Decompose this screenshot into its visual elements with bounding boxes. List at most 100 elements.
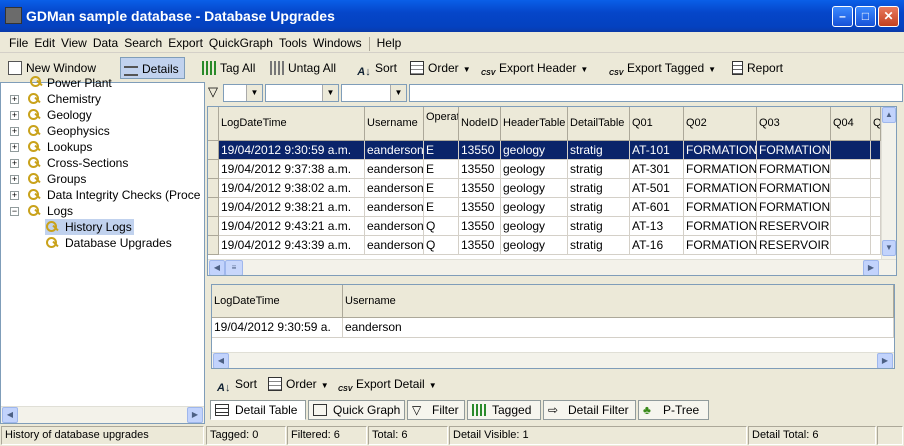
detail-column-header[interactable]: LogDateTime [212, 285, 343, 318]
tree-item-logs[interactable]: − Logs [1, 203, 73, 219]
grid-cell[interactable] [871, 160, 881, 179]
grid-cell[interactable]: 13550 [459, 160, 501, 179]
tree-item-geophysics[interactable]: + Geophysics [1, 123, 110, 139]
grid-cell[interactable] [831, 236, 871, 255]
detail-order-button[interactable]: Order ▼ [264, 373, 329, 395]
row-indicator[interactable] [208, 160, 219, 179]
grid-cell[interactable] [831, 217, 871, 236]
grid-cell[interactable]: FORMATION [684, 160, 757, 179]
filter-combo-2[interactable]: ▼ [265, 84, 339, 102]
tab-tagged[interactable]: Tagged [467, 400, 541, 420]
export-header-button[interactable]: CSV Export Header ▼ [477, 57, 588, 79]
column-header[interactable]: DetailTable [568, 107, 630, 141]
close-button[interactable]: ✕ [878, 6, 899, 27]
grid-cell[interactable]: stratig [568, 217, 630, 236]
scroll-right-icon[interactable]: ▶ [187, 407, 203, 423]
tab-filter[interactable]: ▽ Filter [407, 400, 465, 420]
grid-cell[interactable]: 19/04/2012 9:30:59 a.m. [219, 141, 365, 160]
grid-cell[interactable]: FORMATION [757, 141, 831, 160]
untag-all-button[interactable]: Untag All [266, 57, 336, 79]
grid-cell[interactable]: AT-301 [630, 160, 684, 179]
grid-cell[interactable]: 13550 [459, 179, 501, 198]
grid-cell[interactable]: AT-601 [630, 198, 684, 217]
column-header[interactable]: Q [871, 107, 881, 141]
tree-item-data-integrity-checks[interactable]: + Data Integrity Checks (Proce [1, 187, 200, 203]
maximize-button[interactable]: □ [855, 6, 876, 27]
row-indicator[interactable] [208, 198, 219, 217]
collapse-icon[interactable]: − [10, 207, 19, 216]
order-dropdown-icon[interactable]: ▼ [463, 65, 471, 74]
grid-cell[interactable]: stratig [568, 141, 630, 160]
grid-cell[interactable]: geology [501, 160, 568, 179]
grid-cell[interactable]: E [424, 160, 459, 179]
header-grid-vscrollbar[interactable]: ▲ ▼ [881, 107, 896, 259]
filter-combo-1[interactable]: ▼ [223, 84, 263, 102]
export-tagged-button[interactable]: CSV Export Tagged ▼ [605, 57, 716, 79]
grid-cell[interactable]: 13550 [459, 236, 501, 255]
grid-cell[interactable]: 19/04/2012 9:43:21 a.m. [219, 217, 365, 236]
menu-data[interactable]: Data [90, 32, 121, 50]
details-button[interactable]: Details [120, 57, 185, 79]
menu-tools[interactable]: Tools [276, 32, 310, 50]
grid-cell[interactable] [831, 141, 871, 160]
menu-search[interactable]: Search [121, 32, 165, 50]
detail-sort-button[interactable]: A↓ Sort [213, 373, 257, 395]
detail-cell[interactable]: 19/04/2012 9:30:59 a. [212, 318, 343, 338]
column-header[interactable]: NodeID [459, 107, 501, 141]
scroll-down-icon[interactable]: ▼ [882, 240, 896, 256]
grid-cell[interactable] [831, 198, 871, 217]
scroll-right-icon[interactable]: ▶ [863, 260, 879, 275]
grid-cell[interactable]: geology [501, 179, 568, 198]
tree-item-history-logs[interactable]: History Logs [45, 219, 134, 235]
scroll-left-icon[interactable]: ◀ [213, 353, 229, 368]
grid-cell[interactable] [871, 217, 881, 236]
detail-grid-hscrollbar[interactable]: ◀ ▶ [212, 352, 894, 368]
column-header[interactable]: Username [365, 107, 424, 141]
detail-column-header[interactable]: Username [343, 285, 894, 318]
order-button[interactable]: Order ▼ [406, 57, 471, 79]
row-indicator[interactable] [208, 179, 219, 198]
expand-icon[interactable]: + [10, 143, 19, 152]
grid-cell[interactable] [871, 141, 881, 160]
grid-cell[interactable]: eanderson [365, 179, 424, 198]
column-header[interactable]: Q02 [684, 107, 757, 141]
grid-cell[interactable] [831, 160, 871, 179]
filter-text-input[interactable] [409, 84, 903, 102]
column-header[interactable]: Operation [424, 107, 459, 141]
grid-cell[interactable]: stratig [568, 160, 630, 179]
grid-cell[interactable]: FORMATION [684, 217, 757, 236]
row-indicator[interactable] [208, 217, 219, 236]
grid-cell[interactable]: stratig [568, 179, 630, 198]
expand-icon[interactable]: + [10, 159, 19, 168]
grid-cell[interactable]: FORMATION [757, 179, 831, 198]
chevron-down-icon[interactable]: ▼ [322, 85, 338, 101]
detail-order-dropdown-icon[interactable]: ▼ [321, 381, 329, 390]
menu-view[interactable]: View [58, 32, 90, 50]
grid-cell[interactable]: eanderson [365, 198, 424, 217]
tree-item-power-plant[interactable]: Power Plant [29, 75, 112, 91]
export-detail-button[interactable]: CSV Export Detail ▼ [334, 373, 437, 395]
sort-button[interactable]: A↓ Sort [353, 57, 397, 79]
grid-cell[interactable]: FORMATION [684, 141, 757, 160]
grid-cell[interactable]: eanderson [365, 160, 424, 179]
tree-item-geology[interactable]: + Geology [1, 107, 92, 123]
scroll-left-icon[interactable]: ◀ [209, 260, 225, 275]
grid-cell[interactable]: Q [424, 217, 459, 236]
grid-cell[interactable]: AT-13 [630, 217, 684, 236]
column-header[interactable]: LogDateTime [219, 107, 365, 141]
scroll-right-icon[interactable]: ▶ [877, 353, 893, 368]
menu-file[interactable]: File [6, 32, 31, 50]
grid-cell[interactable]: FORMATION [684, 198, 757, 217]
grid-cell[interactable]: AT-501 [630, 179, 684, 198]
grid-cell[interactable]: RESERVOIR [757, 217, 831, 236]
grid-cell[interactable]: 19/04/2012 9:38:02 a.m. [219, 179, 365, 198]
expand-icon[interactable]: + [10, 127, 19, 136]
tree-item-groups[interactable]: + Groups [1, 171, 86, 187]
column-header[interactable]: Q04 [831, 107, 871, 141]
expand-icon[interactable]: + [10, 111, 19, 120]
export-header-dropdown-icon[interactable]: ▼ [580, 65, 588, 74]
grid-cell[interactable]: geology [501, 217, 568, 236]
grid-cell[interactable]: stratig [568, 198, 630, 217]
tree-item-chemistry[interactable]: + Chemistry [1, 91, 101, 107]
column-header[interactable]: HeaderTable [501, 107, 568, 141]
